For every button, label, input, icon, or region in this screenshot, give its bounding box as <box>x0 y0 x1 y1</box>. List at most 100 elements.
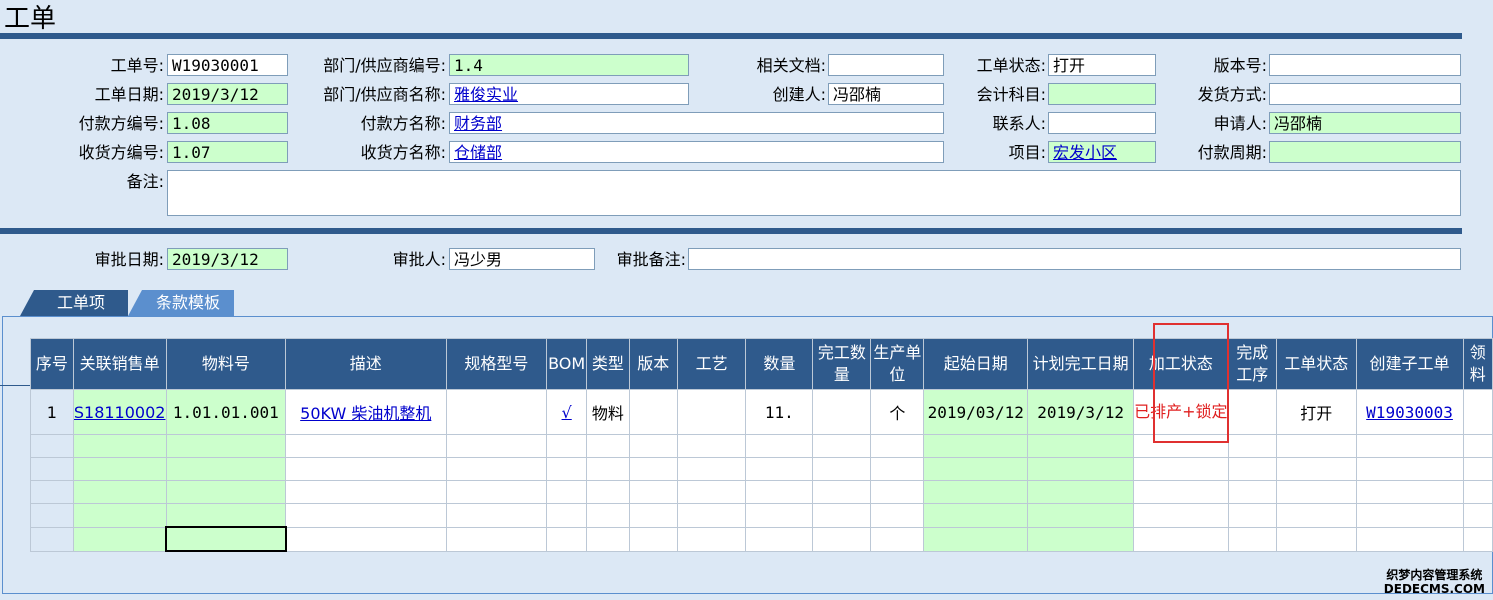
cell-start-date[interactable]: 2019/03/12 <box>923 389 1029 435</box>
sub-order-link[interactable]: W19030003 <box>1366 403 1453 422</box>
dept-name-link[interactable]: 雅俊实业 <box>454 85 518 104</box>
cell[interactable] <box>1027 434 1135 458</box>
cell[interactable] <box>1133 503 1229 528</box>
cell[interactable] <box>1227 457 1277 481</box>
cell[interactable] <box>1355 480 1464 504</box>
cell[interactable] <box>1133 434 1229 458</box>
cell[interactable] <box>445 434 548 458</box>
ship-method-field[interactable] <box>1269 83 1461 105</box>
cell[interactable] <box>676 503 747 528</box>
cell[interactable] <box>676 526 747 552</box>
payer-name-field[interactable]: 财务部 <box>449 112 944 134</box>
cell[interactable] <box>72 526 167 552</box>
cell[interactable] <box>1462 434 1493 458</box>
cell[interactable] <box>1227 434 1277 458</box>
col-sales-order[interactable]: 关联销售单 <box>72 338 167 390</box>
col-process[interactable]: 工艺 <box>676 338 747 390</box>
cell[interactable] <box>870 503 925 528</box>
cell-sales-order[interactable]: S18110002 <box>72 389 167 435</box>
payer-code-field[interactable]: 1.08 <box>167 112 288 134</box>
col-plan-date[interactable]: 计划完工日期 <box>1027 338 1135 390</box>
col-bom[interactable]: BOM <box>546 338 588 390</box>
receiver-code-field[interactable]: 1.07 <box>167 141 288 163</box>
account-field[interactable] <box>1048 83 1156 105</box>
cell[interactable] <box>285 503 447 528</box>
cell[interactable] <box>1275 480 1357 504</box>
cell-pick[interactable] <box>1462 389 1493 435</box>
cell[interactable] <box>812 434 872 458</box>
cell[interactable] <box>628 480 678 504</box>
cell-type[interactable]: 物料 <box>586 389 630 435</box>
cell[interactable] <box>870 434 925 458</box>
cell[interactable] <box>1462 480 1493 504</box>
col-proc-status[interactable]: 加工状态 <box>1133 338 1229 390</box>
cell[interactable] <box>285 434 447 458</box>
col-start-date[interactable]: 起始日期 <box>923 338 1029 390</box>
cell[interactable] <box>586 480 630 504</box>
cell[interactable] <box>1227 480 1277 504</box>
col-done-step[interactable]: 完成工序 <box>1227 338 1277 390</box>
payer-name-link[interactable]: 财务部 <box>454 114 502 133</box>
cell-sub-order[interactable]: W19030003 <box>1355 389 1464 435</box>
cell[interactable] <box>165 457 287 481</box>
cell[interactable] <box>1275 457 1357 481</box>
cell[interactable] <box>1462 526 1493 552</box>
selected-cell[interactable] <box>165 526 287 552</box>
cell-material-no[interactable]: 1.01.01.001 <box>165 389 287 435</box>
cell-unit[interactable]: 个 <box>870 389 925 435</box>
cell[interactable] <box>72 457 167 481</box>
related-doc-field[interactable] <box>828 54 944 76</box>
cell[interactable] <box>745 503 814 528</box>
cell[interactable] <box>1227 503 1277 528</box>
table-row[interactable] <box>30 434 1493 458</box>
cell[interactable] <box>1027 503 1135 528</box>
cell[interactable] <box>1355 434 1464 458</box>
order-date-field[interactable]: 2019/3/12 <box>167 83 288 105</box>
cell[interactable] <box>445 526 548 552</box>
cell[interactable] <box>72 434 167 458</box>
cell[interactable] <box>1355 526 1464 552</box>
col-sub-order[interactable]: 创建子工单 <box>1355 338 1464 390</box>
cell[interactable] <box>72 503 167 528</box>
col-description[interactable]: 描述 <box>285 338 447 390</box>
cell[interactable] <box>445 503 548 528</box>
col-material-no[interactable]: 物料号 <box>165 338 287 390</box>
cell[interactable] <box>1227 526 1277 552</box>
cell[interactable] <box>586 457 630 481</box>
col-done-qty[interactable]: 完工数量 <box>812 338 872 390</box>
cell[interactable] <box>628 434 678 458</box>
cell[interactable] <box>165 434 287 458</box>
cell[interactable] <box>586 526 630 552</box>
cell-description[interactable]: 50KW 柴油机整机 <box>285 389 447 435</box>
table-row[interactable] <box>30 526 1493 552</box>
cell[interactable] <box>923 503 1029 528</box>
cell[interactable] <box>676 480 747 504</box>
cell[interactable] <box>1133 480 1229 504</box>
cell[interactable] <box>72 480 167 504</box>
cell-done-step[interactable] <box>1227 389 1277 435</box>
table-row[interactable]: 1 S18110002 1.01.01.001 50KW 柴油机整机 √ 物料 … <box>30 389 1493 435</box>
cell[interactable] <box>745 434 814 458</box>
cell[interactable] <box>1355 457 1464 481</box>
tab-order-items[interactable]: 工单项 <box>20 290 128 316</box>
col-order-status[interactable]: 工单状态 <box>1275 338 1357 390</box>
cell[interactable] <box>546 434 588 458</box>
cell-bom[interactable]: √ <box>546 389 588 435</box>
col-unit[interactable]: 生产单位 <box>870 338 925 390</box>
cell[interactable] <box>586 434 630 458</box>
table-row[interactable] <box>30 457 1493 481</box>
table-row[interactable] <box>30 480 1493 504</box>
cell[interactable] <box>1462 457 1493 481</box>
cell[interactable] <box>676 434 747 458</box>
cell[interactable] <box>923 526 1029 552</box>
cell[interactable] <box>870 480 925 504</box>
cell-plan-date[interactable]: 2019/3/12 <box>1027 389 1135 435</box>
cell-spec[interactable] <box>445 389 548 435</box>
col-qty[interactable]: 数量 <box>745 338 814 390</box>
cell-qty[interactable]: 11. <box>745 389 814 435</box>
receiver-name-link[interactable]: 仓储部 <box>454 143 502 162</box>
cell[interactable] <box>165 480 287 504</box>
applicant-field[interactable]: 冯邵楠 <box>1269 112 1461 134</box>
cell[interactable] <box>165 503 287 528</box>
project-field[interactable]: 宏发小区 <box>1048 141 1156 163</box>
